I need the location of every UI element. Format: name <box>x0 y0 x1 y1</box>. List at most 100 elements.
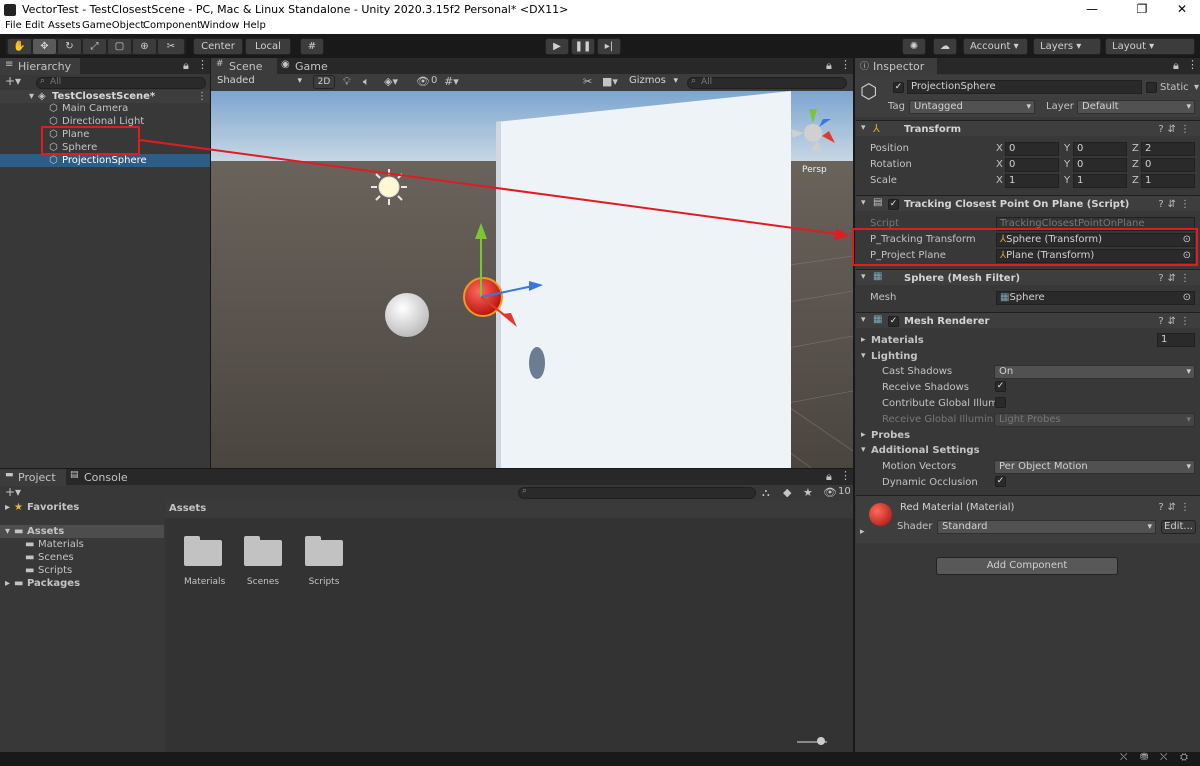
menu-gameobject[interactable]: GameObject <box>82 20 144 31</box>
account-dropdown[interactable]: Account ▾ <box>963 38 1028 55</box>
probes-label[interactable]: Probes <box>871 430 910 441</box>
materials-count-field[interactable]: 1 <box>1157 333 1195 347</box>
sphere-object[interactable] <box>385 293 429 337</box>
persp-label[interactable]: Persp <box>802 165 827 175</box>
close-icon[interactable]: ✕ <box>1160 0 1200 20</box>
script-component-header[interactable]: ▾ ▤ ✓ Tracking Closest Point On Plane (S… <box>856 195 1200 211</box>
lock-icon[interactable]: 🔒︎ <box>1173 59 1179 73</box>
expand-icon[interactable]: ▾ <box>861 315 866 325</box>
static-checkbox[interactable] <box>1146 82 1157 93</box>
effects-icon[interactable]: ◈▾ <box>384 75 398 88</box>
expand-icon[interactable]: ▾ <box>861 272 866 282</box>
move-tool-icon[interactable]: ✥ <box>32 38 57 55</box>
materials-label[interactable]: Materials <box>871 335 924 346</box>
cloud-icon[interactable]: ☁ <box>933 38 957 55</box>
slider-handle[interactable] <box>817 737 825 745</box>
expand-icon[interactable]: ▸ <box>5 577 10 590</box>
component-menu-icons[interactable]: ?⇵⋮ <box>1158 316 1194 327</box>
gizmos-dropdown[interactable]: Gizmos <box>625 75 681 89</box>
more-icon[interactable]: ⋮ <box>197 58 208 71</box>
position-y-field[interactable]: 0 <box>1073 142 1127 156</box>
plane-object[interactable] <box>496 91 791 468</box>
progress-icon[interactable]: ⛌ <box>1160 752 1167 763</box>
pivot-local-button[interactable]: Local <box>245 38 291 55</box>
menu-component[interactable]: Component <box>143 20 201 31</box>
folder-icon[interactable] <box>184 536 222 566</box>
menu-help[interactable]: Help <box>243 20 266 31</box>
menu-assets[interactable]: Assets <box>48 20 81 31</box>
lock-icon[interactable]: 🔒︎ <box>183 59 189 73</box>
favorites-row[interactable]: ▸ ★ Favorites <box>0 501 164 514</box>
scale-x-field[interactable]: 1 <box>1005 174 1059 188</box>
expand-icon[interactable]: ▸ <box>861 430 866 440</box>
menu-file[interactable]: File <box>5 20 22 31</box>
collab-icon[interactable]: ✺ <box>902 38 926 55</box>
lock-icon[interactable]: 🔒︎ <box>826 59 832 73</box>
list-item[interactable]: ⬡ Main Camera <box>0 102 210 115</box>
mesh-renderer-header[interactable]: ▾ ▦ ✓ Mesh Renderer ?⇵⋮ <box>856 312 1200 328</box>
packages-row[interactable]: ▸ ▬ Packages <box>0 577 164 590</box>
filter-type-icon[interactable]: ⛬ <box>762 486 770 500</box>
pause-icon[interactable]: ❚❚ <box>571 38 595 55</box>
script-enabled-checkbox[interactable]: ✓ <box>888 199 899 210</box>
tag-dropdown[interactable]: Untagged <box>909 100 1035 114</box>
toggle-2d-button[interactable]: 2D <box>313 75 335 89</box>
shader-edit-button[interactable]: Edit... <box>1161 520 1196 534</box>
folder-icon[interactable] <box>305 536 343 566</box>
expand-icon[interactable]: ▸ <box>860 527 865 537</box>
hidden-packages-icon[interactable]: 👁︎ <box>823 486 837 499</box>
add-icon[interactable]: +▾ <box>5 485 21 499</box>
position-z-field[interactable]: 2 <box>1141 142 1195 156</box>
expand-icon[interactable]: ▾ <box>861 445 866 455</box>
active-checkbox[interactable]: ✓ <box>893 82 904 93</box>
static-dropdown-icon[interactable]: ▾ <box>1194 82 1199 93</box>
favorite-icon[interactable]: ★ <box>803 486 813 499</box>
layer-dropdown[interactable]: Default <box>1077 100 1195 114</box>
menu-window[interactable]: Window <box>200 20 239 31</box>
scale-tool-icon[interactable]: ⤢ <box>82 38 107 55</box>
list-item[interactable]: ▬ Scripts <box>0 564 164 577</box>
more-icon[interactable]: ⋮ <box>840 469 851 482</box>
list-item[interactable]: ▬ Scenes <box>0 551 164 564</box>
filter-label-icon[interactable]: ◆ <box>783 486 791 499</box>
cache-icon[interactable]: ⛃ <box>1140 752 1148 763</box>
lighting-status-icon[interactable]: ⛭ <box>1180 752 1188 763</box>
position-x-field[interactable]: 0 <box>1005 142 1059 156</box>
scale-y-field[interactable]: 1 <box>1073 174 1127 188</box>
component-menu-icons[interactable]: ?⇵⋮ <box>1158 502 1194 513</box>
hand-tool-icon[interactable]: ✋ <box>7 38 32 55</box>
expand-icon[interactable]: ▾ <box>5 525 10 538</box>
list-item-selected[interactable]: ⬡ ProjectionSphere <box>0 154 210 167</box>
receive-shadows-checkbox[interactable]: ✓ <box>995 381 1006 392</box>
camera-icon[interactable]: ■▾ <box>602 75 618 88</box>
scene-viewport[interactable]: Persp <box>211 91 853 468</box>
rotation-y-field[interactable]: 0 <box>1073 158 1127 172</box>
add-icon[interactable]: +▾ <box>5 74 21 88</box>
expand-icon[interactable]: ▸ <box>861 335 866 345</box>
more-icon[interactable]: ⋮ <box>1187 58 1198 71</box>
play-icon[interactable]: ▶ <box>545 38 569 55</box>
object-name-field[interactable]: ProjectionSphere <box>907 80 1142 94</box>
expand-icon[interactable]: ▾ <box>861 198 866 208</box>
hierarchy-search-input[interactable]: ⌕ All <box>36 76 206 89</box>
minimize-icon[interactable]: — <box>1070 0 1114 20</box>
component-menu-icons[interactable]: ?⇵⋮ <box>1158 199 1194 210</box>
tools-icon[interactable]: ✂ <box>583 75 592 88</box>
lighting-label[interactable]: Lighting <box>871 351 918 362</box>
rect-tool-icon[interactable]: ▢ <box>107 38 132 55</box>
add-component-button[interactable]: Add Component <box>936 557 1118 575</box>
shader-dropdown[interactable]: Standard <box>937 520 1156 534</box>
menu-edit[interactable]: Edit <box>25 20 44 31</box>
directional-light-icon[interactable] <box>378 176 400 198</box>
transform-tool-icon[interactable]: ⊕ <box>132 38 157 55</box>
debug-icon[interactable]: ⛌ <box>1120 752 1127 763</box>
rotation-x-field[interactable]: 0 <box>1005 158 1059 172</box>
custom-tool-icon[interactable]: ✂ <box>157 38 185 55</box>
contribute-gi-checkbox[interactable] <box>995 397 1006 408</box>
visibility-icon[interactable]: 👁︎ <box>416 75 430 88</box>
additional-settings-label[interactable]: Additional Settings <box>871 445 980 456</box>
dynamic-occlusion-checkbox[interactable]: ✓ <box>995 476 1006 487</box>
mesh-field[interactable]: ▦Sphere ⊙ <box>996 291 1195 305</box>
mesh-filter-header[interactable]: ▾ ▦ Sphere (Mesh Filter) ?⇵⋮ <box>856 269 1200 285</box>
scale-z-field[interactable]: 1 <box>1141 174 1195 188</box>
